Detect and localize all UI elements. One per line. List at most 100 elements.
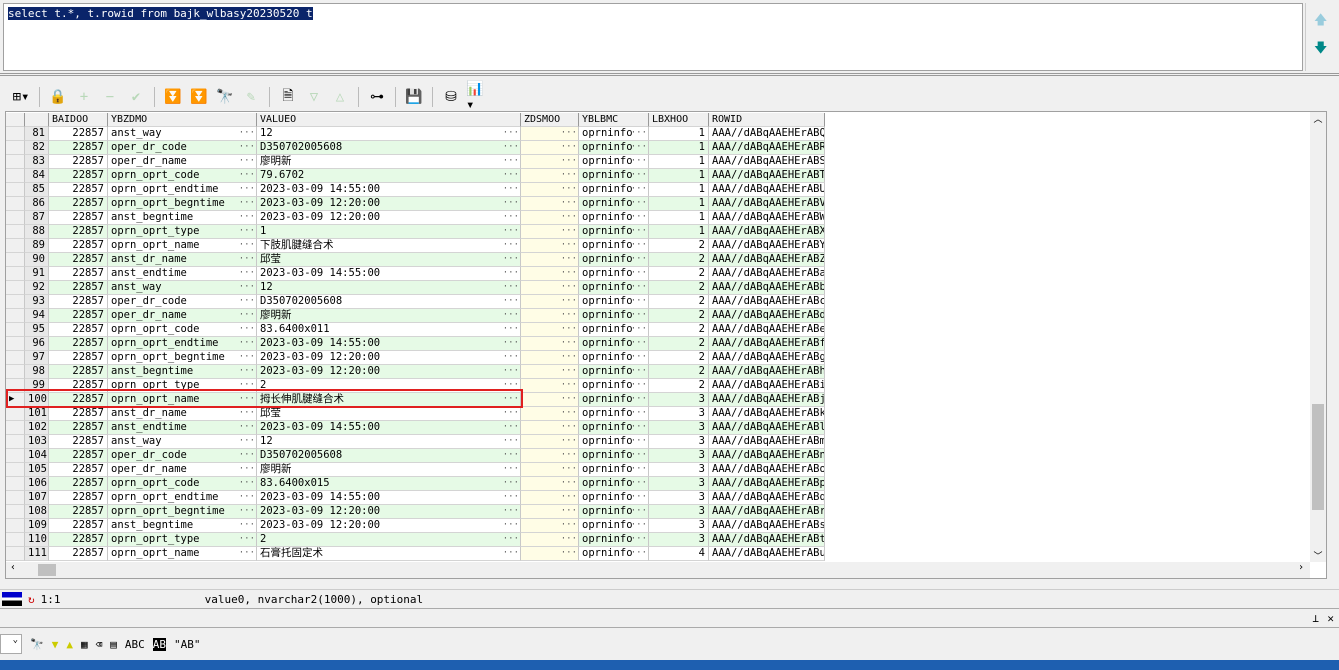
cell-lbxhoo[interactable]: 1 xyxy=(649,141,709,155)
cell-valueo[interactable]: 2 ··· xyxy=(257,533,521,547)
ellipsis-button[interactable]: ··· xyxy=(503,337,519,350)
ellipsis-button[interactable]: ··· xyxy=(631,127,647,140)
table-row[interactable]: 84 22857 oprn_oprt_code ··· 79.6702 ··· ··· opr… xyxy=(6,169,825,183)
cell-yblbmc[interactable]: oprninfo ··· xyxy=(579,547,649,561)
cell-zdsmoo[interactable]: ··· xyxy=(521,519,579,533)
cell-zdsmoo[interactable]: ··· xyxy=(521,197,579,211)
ellipsis-button[interactable]: ··· xyxy=(239,337,255,350)
cell-rowid[interactable]: AAA//dABqAAEHErABk xyxy=(709,407,825,421)
cell-zdsmoo[interactable]: ··· xyxy=(521,309,579,323)
ellipsis-button[interactable]: ··· xyxy=(239,505,255,518)
post-changes-icon[interactable]: ✔ xyxy=(125,86,147,108)
cell-baidoo[interactable]: 22857 xyxy=(49,491,108,505)
ellipsis-button[interactable]: ··· xyxy=(561,141,577,154)
ellipsis-button[interactable]: ··· xyxy=(503,505,519,518)
table-row[interactable]: 83 22857 oper_dr_name ··· 廖明新 ··· ··· oprninfo ·… xyxy=(6,155,825,169)
export-icon[interactable]: ⛁ xyxy=(440,86,462,108)
cell-valueo[interactable]: 2023-03-09 14:55:00 ··· xyxy=(257,183,521,197)
horizontal-scrollbar[interactable]: ‹ › xyxy=(6,562,1310,578)
cell-lbxhoo[interactable]: 2 xyxy=(649,379,709,393)
cell-zdsmoo[interactable]: ··· xyxy=(521,155,579,169)
cell-yblbmc[interactable]: oprninfo ··· xyxy=(579,197,649,211)
cell-lbxhoo[interactable]: 1 xyxy=(649,169,709,183)
cell-baidoo[interactable]: 22857 xyxy=(49,239,108,253)
table-row[interactable]: 94 22857 oper_dr_name ··· 廖明新 ··· ··· oprninfo ·… xyxy=(6,309,825,323)
ellipsis-button[interactable]: ··· xyxy=(631,309,647,322)
highlight-all-icon[interactable]: ▦ xyxy=(81,638,88,651)
cell-yblbmc[interactable]: oprninfo ··· xyxy=(579,183,649,197)
ellipsis-button[interactable]: ··· xyxy=(239,449,255,462)
cell-ybzdmo[interactable]: oprn_oprt_begntime ··· xyxy=(108,505,257,519)
ellipsis-button[interactable]: ··· xyxy=(239,477,255,490)
ellipsis-button[interactable]: ··· xyxy=(503,365,519,378)
cell-zdsmoo[interactable]: ··· xyxy=(521,477,579,491)
cell-zdsmoo[interactable]: ··· xyxy=(521,239,579,253)
cell-yblbmc[interactable]: oprninfo ··· xyxy=(579,435,649,449)
ellipsis-button[interactable]: ··· xyxy=(503,141,519,154)
cell-valueo[interactable]: 2023-03-09 12:20:00 ··· xyxy=(257,351,521,365)
ellipsis-button[interactable]: ··· xyxy=(239,239,255,252)
cell-baidoo[interactable]: 22857 xyxy=(49,225,108,239)
cell-yblbmc[interactable]: oprninfo ··· xyxy=(579,393,649,407)
ellipsis-button[interactable]: ··· xyxy=(503,309,519,322)
ellipsis-button[interactable]: ··· xyxy=(561,407,577,420)
ellipsis-button[interactable]: ··· xyxy=(631,337,647,350)
scroll-right-icon[interactable]: › xyxy=(1298,562,1304,573)
cell-ybzdmo[interactable]: oprn_oprt_code ··· xyxy=(108,477,257,491)
cell-ybzdmo[interactable]: anst_begntime ··· xyxy=(108,365,257,379)
cell-ybzdmo[interactable]: oprn_oprt_code ··· xyxy=(108,169,257,183)
ellipsis-button[interactable]: ··· xyxy=(561,491,577,504)
cell-rowid[interactable]: AAA//dABqAAEHErABY xyxy=(709,239,825,253)
cell-ybzdmo[interactable]: anst_way ··· xyxy=(108,127,257,141)
cell-rowid[interactable]: AAA//dABqAAEHErABU xyxy=(709,183,825,197)
table-row[interactable]: 96 22857 oprn_oprt_endtime ··· 2023-03-09 14… xyxy=(6,337,825,351)
cell-rowid[interactable]: AAA//dABqAAEHErABm xyxy=(709,435,825,449)
ellipsis-button[interactable]: ··· xyxy=(561,547,577,560)
table-row[interactable]: 110 22857 oprn_oprt_type ··· 2 ··· ··· oprninfo… xyxy=(6,533,825,547)
table-row[interactable]: 81 22857 anst_way ··· 12 ··· ··· oprninfo ··· 1 AA… xyxy=(6,127,825,141)
table-row[interactable]: 104 22857 oper_dr_code ··· D350702005608 ··· ·… xyxy=(6,449,825,463)
cell-zdsmoo[interactable]: ··· xyxy=(521,225,579,239)
selection-only-icon[interactable]: ▤ xyxy=(110,638,117,651)
cell-zdsmoo[interactable]: ··· xyxy=(521,267,579,281)
cell-baidoo[interactable]: 22857 xyxy=(49,267,108,281)
ellipsis-button[interactable]: ··· xyxy=(631,155,647,168)
cell-ybzdmo[interactable]: oper_dr_name ··· xyxy=(108,155,257,169)
ellipsis-button[interactable]: ··· xyxy=(631,449,647,462)
cell-baidoo[interactable]: 22857 xyxy=(49,127,108,141)
cell-lbxhoo[interactable]: 2 xyxy=(649,337,709,351)
ellipsis-button[interactable]: ··· xyxy=(503,323,519,336)
ellipsis-button[interactable]: ··· xyxy=(561,365,577,378)
ellipsis-button[interactable]: ··· xyxy=(631,407,647,420)
ellipsis-button[interactable]: ··· xyxy=(631,547,647,560)
cell-rowid[interactable]: AAA//dABqAAEHErABj xyxy=(709,393,825,407)
cell-ybzdmo[interactable]: oprn_oprt_endtime ··· xyxy=(108,491,257,505)
table-row[interactable]: 111 22857 oprn_oprt_name ··· 石膏托固定术 ··· ··· opr… xyxy=(6,547,825,561)
cell-baidoo[interactable]: 22857 xyxy=(49,435,108,449)
ellipsis-button[interactable]: ··· xyxy=(503,519,519,532)
cell-valueo[interactable]: 2023-03-09 14:55:00 ··· xyxy=(257,267,521,281)
scroll-down-icon[interactable]: ﹀ xyxy=(1310,549,1326,562)
cell-ybzdmo[interactable]: oper_dr_name ··· xyxy=(108,309,257,323)
previous-query-icon[interactable]: 🡅 xyxy=(1314,11,1327,33)
column-header-lbxhoo[interactable]: LBXHOO xyxy=(649,113,709,127)
ellipsis-button[interactable]: ··· xyxy=(503,197,519,210)
cell-valueo[interactable]: D350702005608 ··· xyxy=(257,449,521,463)
ellipsis-button[interactable]: ··· xyxy=(503,155,519,168)
cell-yblbmc[interactable]: oprninfo ··· xyxy=(579,169,649,183)
cell-yblbmc[interactable]: oprninfo ··· xyxy=(579,351,649,365)
ellipsis-button[interactable]: ··· xyxy=(631,281,647,294)
ellipsis-button[interactable]: ··· xyxy=(239,169,255,182)
cell-ybzdmo[interactable]: oprn_oprt_endtime ··· xyxy=(108,337,257,351)
splitter[interactable] xyxy=(0,73,1339,76)
cell-ybzdmo[interactable]: oprn_oprt_type ··· xyxy=(108,225,257,239)
cell-zdsmoo[interactable]: ··· xyxy=(521,463,579,477)
cell-ybzdmo[interactable]: oprn_oprt_begntime ··· xyxy=(108,351,257,365)
cell-lbxhoo[interactable]: 1 xyxy=(649,155,709,169)
cell-zdsmoo[interactable]: ··· xyxy=(521,183,579,197)
cell-lbxhoo[interactable]: 3 xyxy=(649,519,709,533)
cell-baidoo[interactable]: 22857 xyxy=(49,309,108,323)
cell-lbxhoo[interactable]: 4 xyxy=(649,547,709,561)
previous-record-icon[interactable]: ▽ xyxy=(303,86,325,108)
cell-valueo[interactable]: 2023-03-09 12:20:00 ··· xyxy=(257,365,521,379)
